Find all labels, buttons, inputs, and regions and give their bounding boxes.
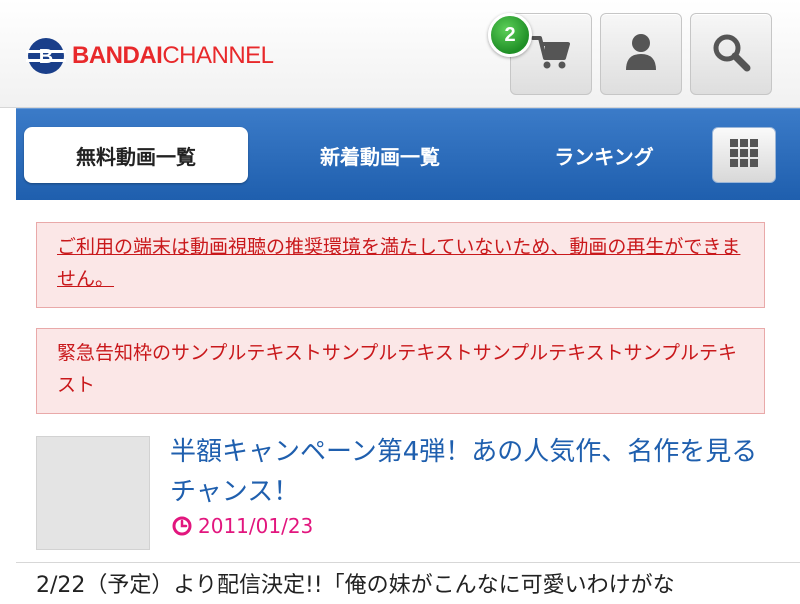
cart-count-badge: 2 [488,13,532,57]
news-thumbnail[interactable] [36,436,150,550]
search-button[interactable] [690,13,772,95]
cart-icon [531,34,571,74]
grid-menu-icon [730,139,758,171]
logo-mark-letter: B [39,46,53,68]
emergency-notice-alert: 緊急告知枠のサンプルテキストサンプルテキストサンプルテキストサンプルテキスト [36,328,765,414]
news-title-link-2[interactable]: 2/22（予定）より配信決定!!「俺の妹がこんなに可愛いわけがな [36,568,796,604]
logo-text: BANDAICHANNEL [72,34,274,78]
app-header: B BANDAICHANNEL 2 [0,0,800,108]
news-date-text: 2011/01/23 [198,514,314,538]
logo-text-channel: CHANNEL [162,42,274,69]
clock-icon [172,516,192,536]
search-icon [711,32,751,76]
unsupported-device-link[interactable]: ご利用の端末は動画視聴の推奨環境を満たしていないため、動画の再生ができません。 [57,236,740,290]
tab-new-videos[interactable]: 新着動画一覧 [280,127,480,183]
tab-ranking[interactable]: ランキング [524,127,684,183]
list-divider [16,562,800,563]
tab-free-videos[interactable]: 無料動画一覧 [24,127,248,183]
grid-menu-button[interactable] [712,127,776,183]
account-button[interactable] [600,13,682,95]
emergency-notice-text: 緊急告知枠のサンプルテキストサンプルテキストサンプルテキストサンプルテキスト [57,342,738,396]
news-title-link[interactable]: 半額キャンペーン第4弾！あの人気作、名作を見るチャンス！ [170,432,770,512]
user-icon [624,32,658,76]
category-nav: 無料動画一覧 新着動画一覧 ランキング [16,108,800,200]
logo-text-bandai: BANDAI [72,42,163,69]
logo-mark-icon: B [26,36,68,76]
news-date: 2011/01/23 [172,512,313,540]
bandai-channel-logo[interactable]: B BANDAICHANNEL [26,34,274,78]
unsupported-device-alert: ご利用の端末は動画視聴の推奨環境を満たしていないため、動画の再生ができません。 [36,222,765,308]
